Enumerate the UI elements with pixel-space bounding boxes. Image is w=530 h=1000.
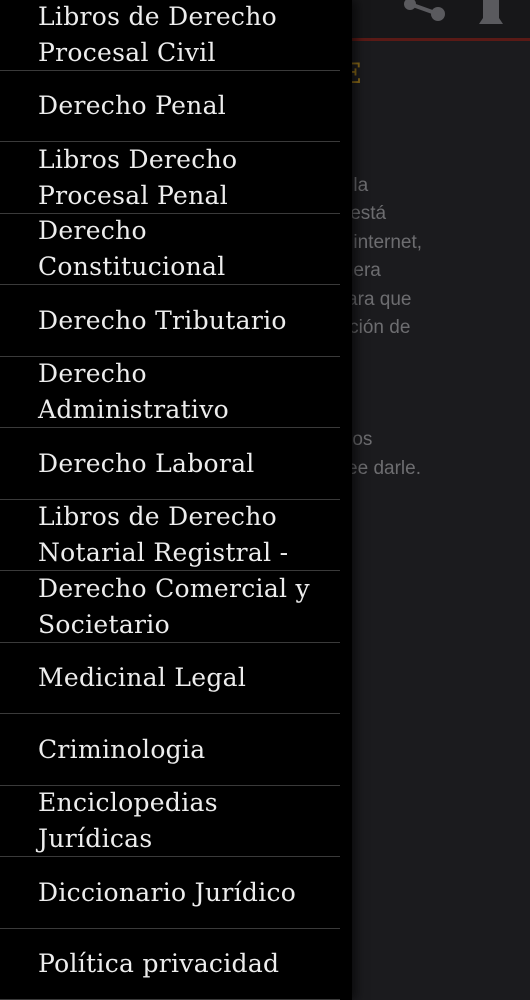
share-icon[interactable] xyxy=(402,0,448,36)
nav-item-derecho-laboral[interactable]: Derecho Laboral xyxy=(0,429,340,500)
nav-item-label: Política privacidad xyxy=(38,949,280,978)
nav-item-diccionario-juridico[interactable]: Diccionario Jurídico xyxy=(0,858,340,929)
nav-item-derecho-comercial[interactable]: Derecho Comercial y Societario xyxy=(0,572,340,643)
nav-item-procesal-penal[interactable]: Libros Derecho Procesal Penal xyxy=(0,143,340,214)
nav-item-derecho-constitucional[interactable]: Derecho Constitucional xyxy=(0,214,340,285)
nav-item-label: Diccionario Jurídico xyxy=(38,877,297,907)
nav-item-derecho-penal[interactable]: Derecho Penal xyxy=(0,71,340,142)
nav-item-label: Libros de Derecho Notarial Registral - xyxy=(38,502,289,567)
navigation-drawer: Libros de Derecho Procesal Civil Derecho … xyxy=(0,0,352,1000)
nav-item-label: Derecho Administrativo xyxy=(38,359,230,424)
nav-item-derecho-tributario[interactable]: Derecho Tributario xyxy=(0,286,340,357)
nav-item-enciclopedias-juridicas[interactable]: Enciclopedias Jurídicas xyxy=(0,786,340,857)
nav-item-label: Medicinal Legal xyxy=(38,663,247,692)
nav-item-label: Derecho Constitucional xyxy=(38,216,226,281)
nav-item-label: Derecho Comercial y Societario xyxy=(38,573,310,639)
nav-item-label: Derecho Laboral xyxy=(38,448,255,478)
nav-item-derecho-administrativo[interactable]: Derecho Administrativo xyxy=(0,357,340,428)
nav-item-label: Derecho Tributario xyxy=(38,305,287,335)
bell-icon[interactable] xyxy=(474,0,508,36)
nav-item-label: Enciclopedias Jurídicas xyxy=(38,788,218,853)
nav-item-label: Derecho Penal xyxy=(38,91,227,120)
nav-item-label: Criminologia xyxy=(38,734,206,764)
nav-item-notarial-registral[interactable]: Libros de Derecho Notarial Registral - xyxy=(0,500,340,571)
nav-item-procesal-civil[interactable]: Libros de Derecho Procesal Civil xyxy=(0,0,340,71)
nav-item-politica-privacidad[interactable]: Política privacidad xyxy=(0,929,340,1000)
nav-item-medicinal-legal[interactable]: Medicinal Legal xyxy=(0,643,340,714)
nav-item-label: Libros de Derecho Procesal Civil xyxy=(38,1,277,67)
nav-item-criminologia[interactable]: Criminologia xyxy=(0,715,340,786)
nav-item-label: Libros Derecho Procesal Penal xyxy=(38,144,238,210)
